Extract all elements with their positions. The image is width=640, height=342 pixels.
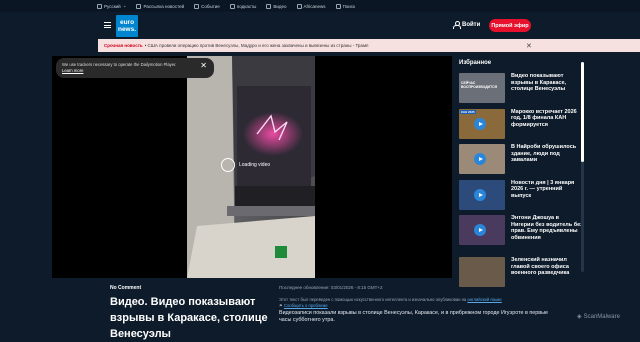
live-button[interactable]: Прямой эфир (489, 19, 531, 32)
play-icon[interactable] (474, 153, 486, 165)
article-headline: Видео. Видео показывают взрывы в Каракас… (110, 296, 268, 340)
featured-title[interactable]: Новости дня | 3 января 2026 г. — утренни… (511, 180, 583, 216)
top-utility-bar: Русский ⌄ Рассылка новостей Событие подка… (0, 0, 640, 12)
africanews-icon (296, 3, 302, 9)
close-icon[interactable]: ✕ (526, 42, 532, 50)
loading-indicator: Loading video (221, 158, 270, 172)
featured-sidebar: Избранное СЕЙЧАС ВОСПРОИЗВОДИТСЯ Видео п… (454, 56, 584, 331)
close-icon[interactable]: ✕ (200, 62, 207, 69)
mail-icon (136, 3, 142, 9)
chevron-down-icon: ⌄ (122, 3, 127, 8)
africanews-link[interactable]: Africanews (296, 3, 326, 9)
loading-spinner-icon (221, 158, 235, 172)
featured-item[interactable]: Новости дня | 3 января 2026 г. — утренни… (459, 179, 583, 216)
featured-thumbnail[interactable]: КАН 2025 (459, 108, 505, 139)
featured-thumbnail[interactable]: СЕЙЧАС ВОСПРОИЗВОДИТСЯ (459, 73, 505, 103)
site-header: euro news. Войти Прямой эфир (0, 12, 640, 39)
sidebar-title: Избранное (459, 60, 492, 66)
video-icon (266, 3, 272, 9)
breaking-text: • США провели операцию против Венесуэлы,… (144, 43, 369, 48)
sidebar-scrollbar[interactable] (581, 62, 584, 272)
featured-title[interactable]: В Найроби обрушилось здание, люди под за… (511, 144, 583, 180)
scrollbar-thumb[interactable] (581, 62, 584, 162)
featured-thumbnail[interactable] (459, 215, 505, 245)
play-icon[interactable] (474, 188, 486, 201)
tracker-notice: We use trackers necessary to operate the… (56, 58, 214, 78)
scanmalware-watermark: ◈ ScanMalware (577, 313, 620, 321)
report-problem-link[interactable]: Сообщить о проблеме (284, 303, 328, 308)
now-playing-caption: СЕЙЧАС ВОСПРОИЗВОДИТСЯ (461, 81, 498, 89)
shield-icon: ◈ (577, 314, 582, 320)
tracker-notice-text: We use trackers necessary to operate the… (62, 62, 177, 67)
featured-title[interactable]: Видео показывают взрывы в Каракасе, стол… (511, 73, 583, 109)
breaking-label: Срочная новость (104, 43, 143, 48)
featured-item[interactable]: СЕЙЧАС ВОСПРОИЗВОДИТСЯ Видео показывают … (459, 73, 583, 109)
article-lead: Видеозаписи показали взрывы в столице Ве… (279, 310, 548, 323)
events-link[interactable]: Событие (194, 3, 220, 9)
podcast-icon (229, 3, 235, 9)
menu-icon[interactable] (104, 22, 111, 28)
play-icon[interactable] (474, 117, 486, 130)
search-icon (335, 3, 341, 9)
euronews-logo[interactable]: euro news. (116, 15, 138, 37)
podcasts-link[interactable]: подкасты (229, 3, 256, 9)
play-icon[interactable] (474, 224, 486, 236)
globe-icon (97, 3, 102, 9)
video-link[interactable]: Видео (266, 3, 287, 9)
learn-more-link[interactable]: Learn more (62, 68, 83, 73)
language-selector[interactable]: Русский ⌄ (97, 3, 126, 9)
featured-item[interactable]: Энтони Джошуа в Нигерии без водитель без… (459, 215, 583, 257)
original-language-link[interactable]: английский языке (467, 297, 501, 302)
featured-thumbnail[interactable] (459, 144, 505, 174)
featured-list: СЕЙЧАС ВОСПРОИЗВОДИТСЯ Видео показывают … (459, 73, 583, 293)
user-icon (453, 21, 461, 29)
featured-title[interactable]: Зеленский назначил главой своего офиса в… (511, 257, 583, 293)
featured-item[interactable]: КАН 2025 Марокко встречает 2026 год, 1/8… (459, 108, 583, 145)
ai-translation-note: Этот текст был переведен с помощью искус… (279, 297, 502, 308)
login-button[interactable]: Войти (453, 21, 480, 29)
featured-thumbnail[interactable] (459, 257, 505, 287)
featured-item[interactable]: В Найроби обрушилось здание, люди под за… (459, 144, 583, 180)
breaking-news-banner[interactable]: Срочная новость • США провели операцию п… (98, 39, 640, 52)
featured-item[interactable]: Зеленский назначил главой своего офиса в… (459, 257, 583, 293)
article-category[interactable]: No Comment (110, 285, 141, 291)
featured-thumbnail[interactable] (459, 179, 505, 210)
updated-timestamp: Последнее обновление: 03/01/2026 - 8:15 … (279, 285, 383, 290)
featured-title[interactable]: Энтони Джошуа в Нигерии без водитель без… (511, 215, 583, 257)
calendar-icon (194, 3, 200, 9)
featured-title[interactable]: Марокко встречает 2026 год, 1/8 финала К… (511, 109, 583, 145)
search-link[interactable]: Поиск (335, 3, 355, 9)
newsletter-link[interactable]: Рассылка новостей (136, 3, 184, 9)
thumbnail-tag: КАН 2025 (460, 109, 476, 114)
